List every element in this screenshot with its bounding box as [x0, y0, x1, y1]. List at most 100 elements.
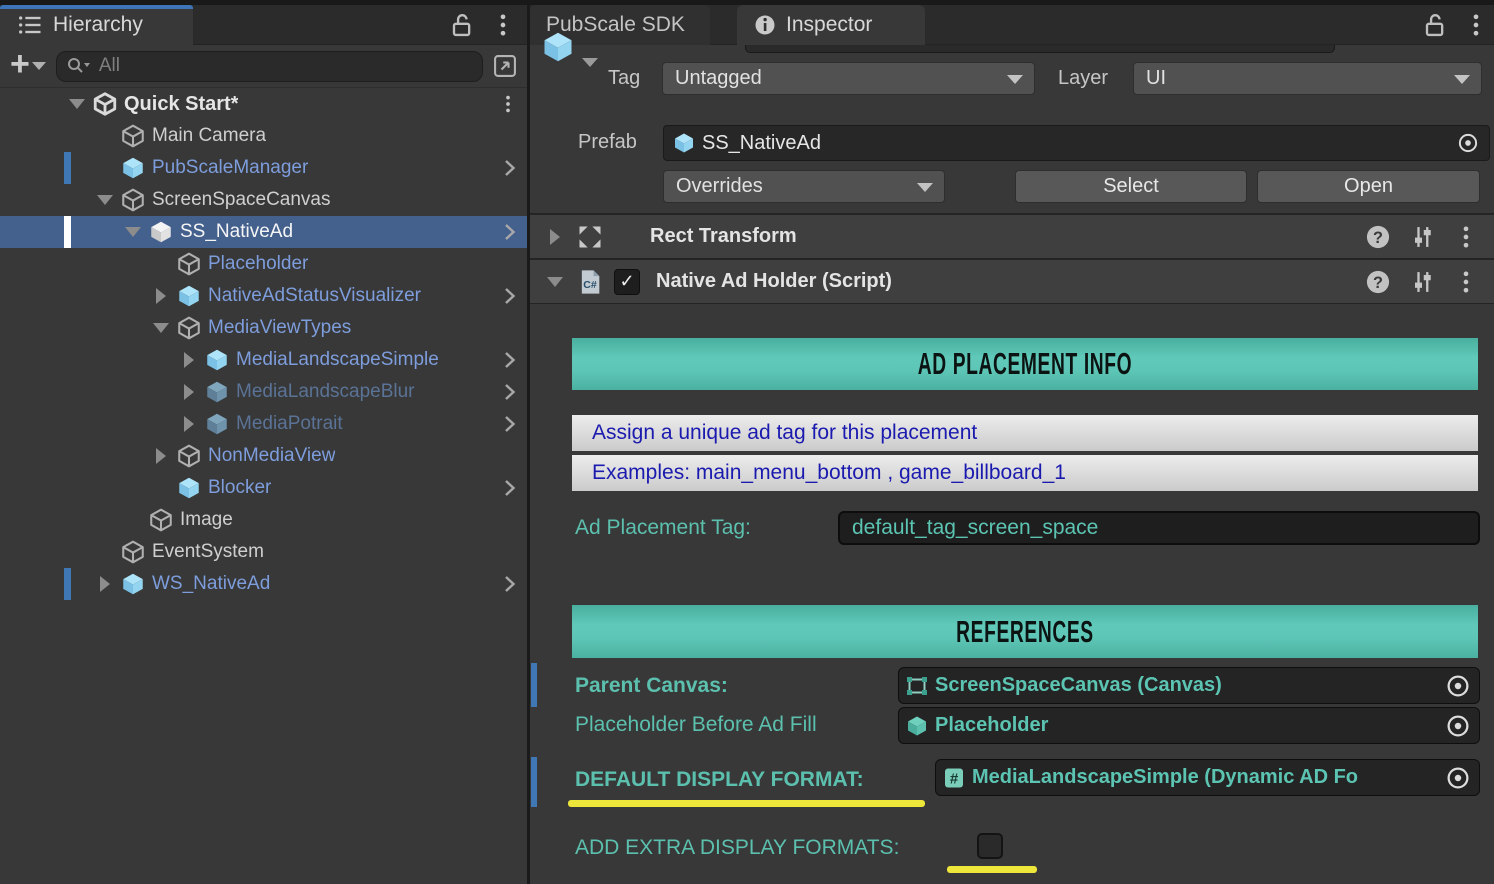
- layer-label: Layer: [1058, 67, 1108, 90]
- ad-placement-tag-input[interactable]: [838, 511, 1480, 545]
- prefab-chevron-icon[interactable]: [497, 156, 521, 180]
- prefab-chevron-icon[interactable]: [497, 572, 521, 596]
- rect-transform-header[interactable]: Rect Transform ?: [530, 214, 1494, 259]
- inspector-body: Tag Untagged Layer UI Prefab SS_NativeAd…: [530, 45, 1494, 884]
- add-object-button[interactable]: +: [10, 47, 30, 81]
- tree-item-ss-nativead[interactable]: SS_NativeAd: [0, 216, 527, 248]
- foldout-none-icon: [148, 248, 174, 280]
- tree-item-nativeadstatusvisualizer[interactable]: NativeAdStatusVisualizer: [0, 280, 527, 312]
- gameobject-name-field[interactable]: [745, 45, 1335, 53]
- hierarchy-search-box[interactable]: [56, 51, 483, 82]
- svg-text:?: ?: [1373, 273, 1383, 291]
- foldout-right-icon[interactable]: [148, 280, 174, 312]
- chevron-down-icon: [917, 183, 933, 192]
- inspector-tab-bar: PubScale SDK Inspector: [530, 0, 1494, 45]
- prefab-chevron-icon[interactable]: [497, 476, 521, 500]
- prefab-object-field[interactable]: SS_NativeAd: [663, 125, 1490, 161]
- tree-item-pubscalemanager[interactable]: PubScaleManager: [0, 152, 527, 184]
- tree-item-mediaviewtypes[interactable]: MediaViewTypes: [0, 312, 527, 344]
- object-picker-icon[interactable]: [1455, 130, 1481, 156]
- kebab-menu-icon[interactable]: [1462, 11, 1490, 39]
- tree-item-blocker[interactable]: Blocker: [0, 472, 527, 504]
- lock-open-icon[interactable]: [447, 11, 475, 39]
- open-button[interactable]: Open: [1257, 170, 1480, 203]
- tree-item-medialandscapeblur[interactable]: MediaLandscapeBlur: [0, 376, 527, 408]
- tag-dropdown[interactable]: Untagged: [662, 62, 1035, 95]
- kebab-menu-icon[interactable]: [1452, 223, 1480, 251]
- native-ad-holder-header[interactable]: C# ✓ Native Ad Holder (Script) ?: [530, 259, 1494, 304]
- svg-text:#: #: [950, 770, 959, 787]
- help-icon[interactable]: ?: [1364, 268, 1392, 296]
- extra-formats-checkbox[interactable]: [977, 833, 1003, 859]
- foldout-down-icon[interactable]: [64, 88, 90, 120]
- foldout-right-icon[interactable]: [92, 568, 118, 600]
- search-input[interactable]: [97, 54, 474, 78]
- lock-open-icon[interactable]: [1420, 11, 1448, 39]
- object-picker-icon[interactable]: [1443, 671, 1473, 701]
- object-picker-icon[interactable]: [1443, 763, 1473, 793]
- svg-text:C#: C#: [583, 278, 597, 290]
- prefab-chevron-icon[interactable]: [497, 348, 521, 372]
- component-enabled-checkbox[interactable]: ✓: [614, 269, 640, 295]
- presets-icon[interactable]: [1408, 223, 1436, 251]
- prefab-override-bar: [531, 757, 537, 807]
- prefab-chevron-icon[interactable]: [497, 380, 521, 404]
- script-title: Native Ad Holder (Script): [656, 270, 892, 293]
- foldout-down-icon[interactable]: [542, 277, 568, 287]
- gameobject-icon-dropdown[interactable]: [582, 58, 598, 67]
- tree-item-label: Quick Start*: [124, 93, 238, 116]
- prefab-chevron-icon[interactable]: [497, 412, 521, 436]
- foldout-right-icon[interactable]: [176, 408, 202, 440]
- tree-item-screenspacecanvas[interactable]: ScreenSpaceCanvas: [0, 184, 527, 216]
- foldout-right-icon[interactable]: [148, 440, 174, 472]
- overrides-dropdown[interactable]: Overrides: [663, 170, 945, 203]
- csharp-script-icon: C#: [576, 268, 604, 296]
- foldout-right-icon[interactable]: [176, 376, 202, 408]
- tree-item-placeholder[interactable]: Placeholder: [0, 248, 527, 280]
- open-search-window-icon[interactable]: [491, 52, 519, 80]
- tree-item-mediapotrait[interactable]: MediaPotrait: [0, 408, 527, 440]
- scriptable-object-icon: #: [942, 766, 966, 790]
- default-display-format-field[interactable]: # MediaLandscapeSimple (Dynamic AD Fo: [935, 759, 1480, 796]
- object-picker-icon[interactable]: [1443, 711, 1473, 741]
- select-button[interactable]: Select: [1015, 170, 1247, 203]
- foldout-down-icon[interactable]: [120, 216, 146, 248]
- parent-canvas-field[interactable]: ScreenSpaceCanvas (Canvas): [898, 667, 1480, 704]
- kebab-menu-icon[interactable]: [489, 11, 517, 39]
- chevron-down-icon: [1007, 75, 1023, 84]
- placeholder-field[interactable]: Placeholder: [898, 707, 1480, 744]
- selected-override-bar: [64, 216, 71, 248]
- tree-item-image[interactable]: Image: [0, 504, 527, 536]
- foldout-right-icon[interactable]: [542, 229, 568, 245]
- ad-placement-info-title: AD PLACEMENT INFO: [918, 346, 1132, 382]
- tree-item-label: MediaPotrait: [236, 413, 343, 435]
- tree-item-label: MediaLandscapeBlur: [236, 381, 415, 403]
- tree-item-label: EventSystem: [152, 541, 264, 563]
- tab-inspector[interactable]: Inspector: [737, 5, 925, 45]
- tree-item-label: MediaLandscapeSimple: [236, 349, 439, 371]
- tree-item-ws-nativead[interactable]: WS_NativeAd: [0, 568, 527, 600]
- foldout-down-icon[interactable]: [148, 312, 174, 344]
- help-icon[interactable]: ?: [1364, 223, 1392, 251]
- layer-dropdown[interactable]: UI: [1133, 62, 1482, 95]
- prefab-chevron-icon[interactable]: [497, 284, 521, 308]
- foldout-down-icon[interactable]: [92, 184, 118, 216]
- tree-item-nonmediaview[interactable]: NonMediaView: [0, 440, 527, 472]
- add-object-dropdown-icon[interactable]: [32, 62, 46, 70]
- tree-item-eventsystem[interactable]: EventSystem: [0, 536, 527, 568]
- svg-text:?: ?: [1373, 228, 1383, 246]
- note-line2: Examples: main_menu_bottom , game_billbo…: [592, 461, 1066, 485]
- yellow-highlight-underline: [568, 800, 925, 807]
- foldout-right-icon[interactable]: [176, 344, 202, 376]
- tree-item-label: NonMediaView: [208, 445, 335, 467]
- tree-item-medialandscapesimple[interactable]: MediaLandscapeSimple: [0, 344, 527, 376]
- kebab-menu-icon[interactable]: [497, 92, 519, 116]
- tree-item-main-camera[interactable]: Main Camera: [0, 120, 527, 152]
- tree-item-quick-start-[interactable]: Quick Start*: [0, 88, 527, 120]
- cube-outline-icon: [176, 251, 202, 277]
- tab-hierarchy[interactable]: Hierarchy: [0, 5, 193, 45]
- presets-icon[interactable]: [1408, 268, 1436, 296]
- kebab-menu-icon[interactable]: [1452, 268, 1480, 296]
- prefab-chevron-icon[interactable]: [497, 220, 521, 244]
- tree-item-label: WS_NativeAd: [152, 573, 270, 595]
